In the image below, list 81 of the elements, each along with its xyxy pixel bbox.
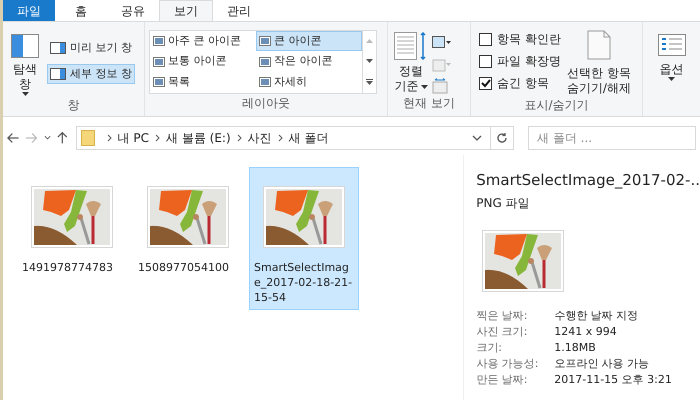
sort-by-button[interactable]: 정렬 기준 [394, 32, 428, 94]
document-icon [586, 30, 611, 60]
breadcrumb-item[interactable]: 새 폴더 [288, 129, 328, 147]
ribbon-group-label: 레이아웃 [241, 95, 291, 112]
view-icon [153, 77, 165, 88]
sort-list-icon [394, 32, 428, 60]
ribbon-tab[interactable]: 공유 [107, 0, 159, 21]
gallery-scroll[interactable] [363, 30, 377, 94]
property-label: 크기: [476, 340, 503, 356]
search-field[interactable]: 새 폴더 ... [528, 126, 696, 150]
checkbox-label: 항목 확인란 [497, 31, 561, 48]
chevron-right-icon [155, 134, 160, 142]
file-name: 1508977054100 [138, 260, 230, 275]
file-item[interactable]: SmartSelectImage_2017-02-18-21-15-54 [249, 167, 359, 310]
caret-icon [668, 77, 675, 81]
file-item[interactable]: 1491978774783 [17, 167, 127, 280]
ribbon-tab[interactable]: 관리 [213, 0, 265, 21]
chevron-right-icon [106, 134, 112, 142]
ribbon-group-label: 현재 보기 [402, 95, 456, 112]
pane-icon [50, 42, 66, 54]
scroll-down-icon[interactable] [366, 59, 373, 63]
view-icon [259, 56, 271, 67]
checkbox-label: 숨긴 항목 [497, 75, 549, 92]
up-arrow-icon[interactable] [56, 131, 68, 145]
property-label: 사용 가능성: [476, 356, 540, 372]
options-button[interactable]: 옵션 [643, 22, 700, 81]
ribbon-tab[interactable]: 홈 [55, 0, 107, 21]
column-icon[interactable] [432, 34, 452, 50]
pane-icon [50, 68, 66, 80]
back-arrow-icon[interactable] [7, 132, 20, 144]
property-label: 사진 크기: [476, 324, 528, 340]
fit-columns-icon[interactable] [432, 78, 448, 94]
navigation-pane-button[interactable]: 탐색 창 [7, 34, 43, 96]
ribbon-group-label: 표시/숨기기 [523, 97, 590, 114]
breadcrumb-item[interactable]: 새 볼륨 (E:) [166, 129, 231, 147]
view-icon [259, 77, 271, 88]
file-item[interactable]: 1508977054100 [133, 167, 243, 280]
pane-toggle-button[interactable]: 세부 정보 창 [47, 64, 135, 84]
property-value: 2017-11-15 오후 3:21 [554, 372, 672, 388]
chevron-right-icon [236, 134, 242, 142]
refresh-icon[interactable] [496, 132, 508, 144]
view-icon [153, 36, 165, 46]
folder-icon [80, 130, 95, 146]
ribbon-group-label: 창 [66, 97, 80, 114]
property-label: 찍은 날짜: [476, 308, 528, 324]
chevron-right-icon [278, 134, 283, 142]
view-icon [259, 36, 271, 46]
checkbox-label: 파일 확장명 [497, 53, 561, 70]
layout-option[interactable]: 보통 아이콘 [150, 52, 256, 72]
checkbox[interactable] [479, 54, 492, 68]
chevron-down-icon[interactable] [44, 135, 51, 141]
address-field[interactable]: 내 PC 새 볼륨 (E:) 사진 새 폴더 [76, 126, 514, 150]
view-icon [153, 56, 165, 67]
layout-option[interactable]: 자세히 [256, 72, 362, 92]
details-title: SmartSelectImage_2017-02-.. [476, 170, 700, 191]
breadcrumb-item[interactable]: 사진 [248, 129, 272, 147]
hide-selected-button[interactable]: 선택한 항목 숨기기/해제 [566, 30, 631, 96]
ribbon-tab[interactable]: 보기 [159, 0, 213, 21]
property-value: 1.18MB [554, 340, 596, 356]
options-list-icon [658, 34, 686, 56]
file-name: 1491978774783 [22, 260, 114, 275]
layout-option[interactable]: 목록 [150, 72, 256, 92]
property-label: 만든 날짜: [476, 372, 528, 388]
layout-option[interactable]: 아주 큰 아이콘 [150, 31, 256, 51]
caret-icon [22, 92, 28, 96]
checkbox[interactable] [479, 32, 492, 46]
ribbon-tab[interactable]: 파일 [3, 0, 55, 21]
layout-option[interactable]: 작은 아이콘 [256, 52, 362, 72]
pane-layout-icon [11, 34, 39, 58]
breadcrumb-item[interactable]: 내 PC [118, 129, 150, 147]
checkbox[interactable] [479, 76, 492, 90]
layout-option[interactable]: 큰 아이콘 [256, 31, 362, 51]
file-type: PNG 파일 [476, 194, 531, 212]
expand-gallery-icon[interactable] [366, 79, 373, 85]
chevron-down-icon[interactable] [472, 135, 482, 141]
property-value: 오프라인 사용 가능 [554, 356, 650, 372]
caret-icon [420, 84, 428, 88]
property-value: 1241 x 994 [554, 324, 617, 340]
file-name: SmartSelectImage_2017-02-18-21-15-54 [254, 260, 354, 305]
pane-toggle-button[interactable]: 미리 보기 창 [47, 38, 135, 58]
property-value: 수행한 날짜 지정 [554, 308, 638, 324]
